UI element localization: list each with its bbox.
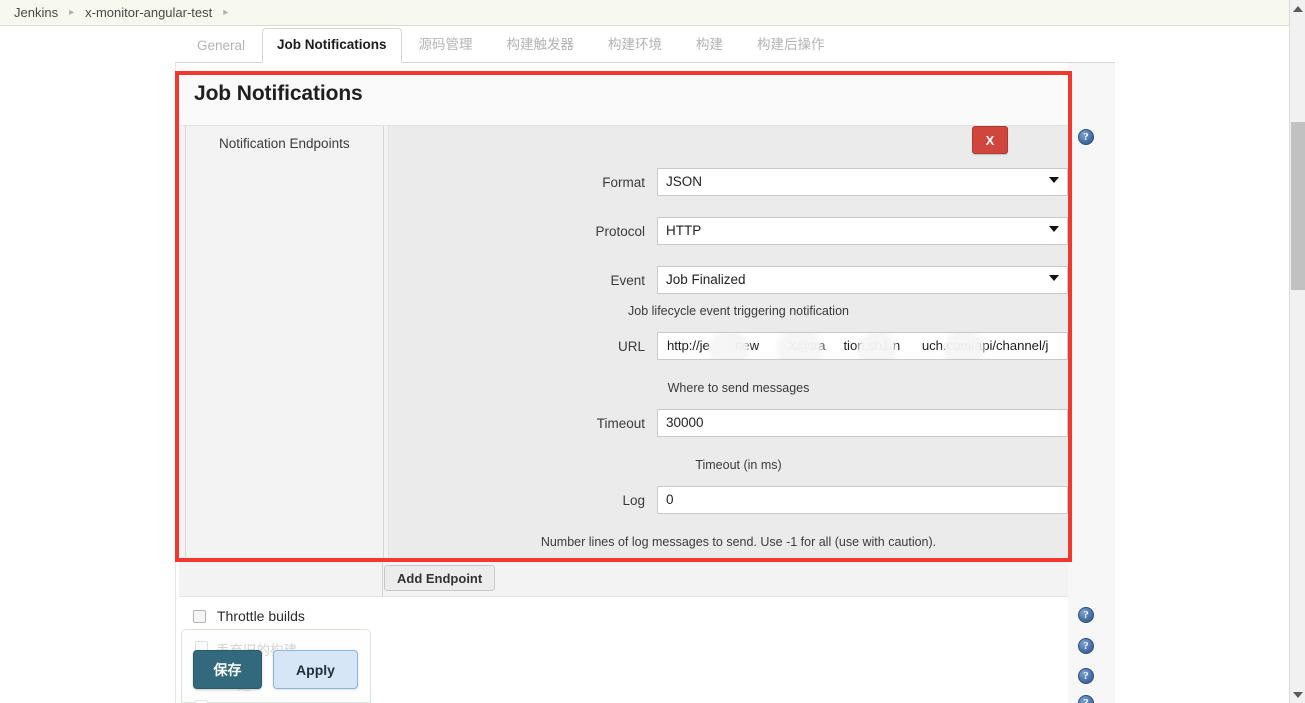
tab-build-environment[interactable]: 构建环境 [591,24,679,63]
help-icon-column: ? ? ? ? ? [1068,63,1115,703]
timeout-label: Timeout [389,416,657,431]
throttle-builds-label: Throttle builds [217,608,305,624]
help-icon[interactable]: ? [1078,638,1094,654]
page-scrollbar[interactable] [1289,0,1305,703]
throttle-builds-checkbox[interactable] [193,610,206,623]
event-label: Event [389,273,657,288]
right-empty-area [1116,27,1289,703]
save-button-bar: 保存 Apply [193,650,358,689]
left-gutter [0,27,175,703]
breadcrumb-item-jenkins[interactable]: Jenkins [14,5,58,20]
log-input[interactable]: 0 [657,486,1068,514]
log-hint: Number lines of log messages to send. Us… [389,535,1068,549]
log-control: 0 [657,486,1068,514]
format-control: JSON [657,168,1068,196]
protocol-row: Protocol HTTP [389,217,1068,245]
url-clip: http://je :new X@tra tion.sh1.n uch.com/… [658,333,1067,359]
help-icon[interactable]: ? [1078,607,1094,623]
event-control: Job Finalized [657,266,1068,294]
tab-build[interactable]: 构建 [679,24,740,63]
scroll-down-arrow-icon[interactable] [1290,686,1305,703]
event-row: Event Job Finalized [389,266,1068,294]
url-control: http://je :new X@tra tion.sh1.n uch.com/… [657,332,1068,360]
tab-general[interactable]: General [180,29,262,63]
breadcrumb-item-job[interactable]: x-monitor-angular-test [85,5,212,20]
event-hint: Job lifecycle event triggering notificat… [389,304,1068,318]
tab-build-triggers[interactable]: 构建触发器 [490,24,592,63]
page-title: Job Notifications [194,82,363,106]
add-endpoint-row: Add Endpoint [179,562,1068,597]
timeout-input[interactable]: 30000 [657,409,1068,437]
config-tab-bar: General Job Notifications 源码管理 构建触发器 构建环… [175,27,1115,63]
breadcrumb-separator-icon: ▸ [69,7,74,18]
notification-endpoints-label: Notification Endpoints [219,136,350,151]
event-select[interactable]: Job Finalized [657,266,1068,294]
protocol-label: Protocol [389,224,657,239]
scroll-up-arrow-icon[interactable] [1290,0,1305,17]
timeout-hint: Timeout (in ms) [389,458,1068,472]
scrollbar-thumb[interactable] [1291,122,1305,290]
url-row: URL http://je :new X@tra tion.sh1.n uch.… [389,332,1068,360]
url-input[interactable]: http://je :new X@tra tion.sh1.n uch.com/… [657,332,1068,360]
url-redaction-1 [706,333,752,359]
delete-endpoint-button[interactable]: X [972,126,1008,154]
throttle-builds-row: Throttle builds [179,600,1068,632]
format-label: Format [389,175,657,190]
tab-post-build-actions[interactable]: 构建后操作 [740,24,842,63]
url-redaction-2 [771,333,829,359]
format-select[interactable]: JSON [657,168,1068,196]
breadcrumb: Jenkins ▸ x-monitor-angular-test ▸ [0,0,1289,26]
tab-job-notifications[interactable]: Job Notifications [262,28,402,63]
help-icon[interactable]: ? [1078,668,1094,684]
protocol-select[interactable]: HTTP [657,217,1068,245]
timeout-control: 30000 ? [657,409,1068,437]
apply-button[interactable]: Apply [273,650,358,689]
page-title-bar: Job Notifications [179,75,1068,125]
url-redaction-4 [941,333,987,359]
url-label: URL [389,339,657,354]
tab-source-management[interactable]: 源码管理 [402,24,490,63]
help-icon[interactable]: ? [1078,129,1094,145]
help-icon[interactable]: ? [1078,695,1094,703]
block-left-rail [185,126,191,562]
log-row: Log 0 [389,486,1068,514]
notification-endpoints-block: Notification Endpoints X Format JSON Pro… [179,125,1068,562]
protocol-control: HTTP [657,217,1068,245]
add-endpoint-left-cell [179,562,383,596]
format-row: Format JSON [389,168,1068,196]
timeout-row: Timeout 30000 ? [389,409,1068,437]
url-redaction-3 [856,333,898,359]
log-label: Log [389,493,657,508]
save-button[interactable]: 保存 [193,650,262,689]
endpoint-fields-panel: X Format JSON Protocol HTTP Event Job Fi… [388,126,1068,562]
breadcrumb-chevron-icon[interactable]: ▸ [223,7,228,18]
url-hint: Where to send messages [389,381,1068,395]
add-endpoint-button[interactable]: Add Endpoint [384,565,495,591]
